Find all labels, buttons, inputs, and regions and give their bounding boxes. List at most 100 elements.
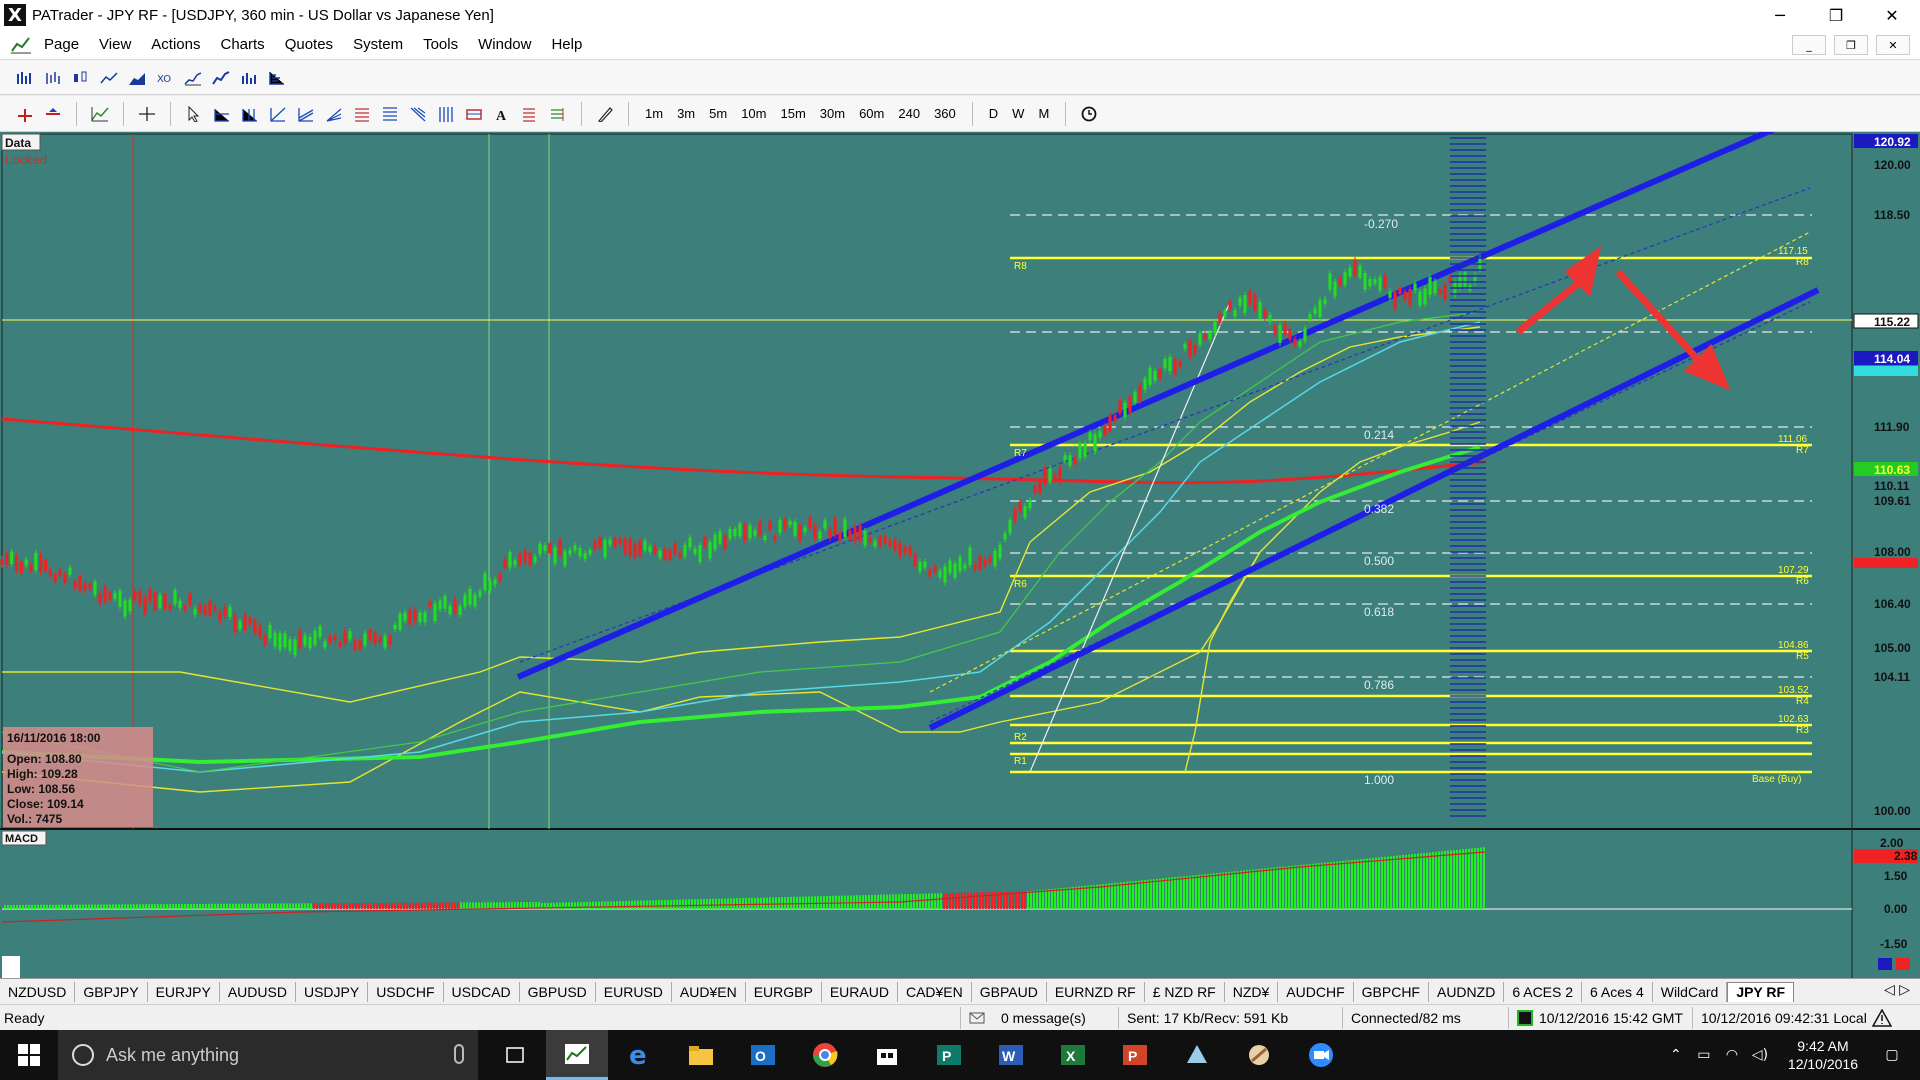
candle-body[interactable]	[548, 543, 552, 554]
candle-body[interactable]	[278, 633, 282, 650]
candle-body[interactable]	[923, 561, 927, 568]
candle-body[interactable]	[893, 539, 897, 551]
task-view-icon[interactable]	[484, 1030, 546, 1080]
symbol-tab[interactable]: GBPUSD	[520, 981, 596, 1002]
candle-body[interactable]	[19, 562, 23, 574]
candle-body[interactable]	[423, 612, 427, 623]
candle-body[interactable]	[223, 606, 227, 617]
candle-body[interactable]	[48, 569, 52, 576]
candle-body[interactable]	[1048, 468, 1052, 482]
candle-body[interactable]	[1013, 508, 1017, 522]
candle-body[interactable]	[68, 567, 72, 575]
excel-icon[interactable]: X	[1042, 1030, 1104, 1080]
candle-body[interactable]	[1078, 443, 1082, 459]
candle-body[interactable]	[643, 540, 647, 551]
candle-body[interactable]	[888, 540, 892, 547]
candle-body[interactable]	[493, 579, 497, 585]
candle-body[interactable]	[468, 588, 472, 605]
candle-body[interactable]	[1063, 455, 1067, 461]
candle-body[interactable]	[163, 594, 167, 610]
candle-body[interactable]	[34, 552, 38, 571]
timeframe-60m-button[interactable]: 60m	[855, 106, 888, 121]
candle-body[interactable]	[898, 542, 902, 557]
symbol-tab[interactable]: EURNZD RF	[1047, 981, 1145, 1002]
symbol-tab[interactable]: 6 Aces 4	[1582, 981, 1653, 1002]
symbol-tab[interactable]: CAD¥EN	[898, 981, 972, 1002]
cortana-search[interactable]: Ask me anything	[58, 1030, 478, 1080]
line-chart-icon[interactable]	[98, 67, 120, 89]
candle-body[interactable]	[563, 551, 567, 566]
candle-body[interactable]	[818, 531, 822, 539]
candle-body[interactable]	[463, 594, 467, 607]
outlook-icon[interactable]: O	[732, 1030, 794, 1080]
candle-body[interactable]	[598, 536, 602, 548]
symbol-tab[interactable]: USDJPY	[296, 981, 369, 1002]
candle-body[interactable]	[1088, 432, 1092, 441]
candle-body[interactable]	[103, 586, 107, 603]
candle-body[interactable]	[718, 531, 722, 544]
candle-body[interactable]	[813, 524, 817, 540]
candle-body[interactable]	[798, 525, 802, 542]
candle-body[interactable]	[1298, 341, 1302, 347]
candle-body[interactable]	[848, 530, 852, 540]
wifi-icon[interactable]: ◠	[1718, 1047, 1746, 1063]
candle-body[interactable]	[1043, 467, 1047, 485]
candle-body[interactable]	[1033, 485, 1037, 493]
candle-body[interactable]	[118, 590, 122, 607]
candle-body[interactable]	[148, 588, 152, 602]
candle-body[interactable]	[878, 536, 882, 547]
candle-body[interactable]	[933, 566, 937, 573]
candle-body[interactable]	[948, 560, 952, 573]
candle-body[interactable]	[108, 592, 112, 601]
candle-body[interactable]	[1413, 283, 1417, 291]
candle-body[interactable]	[1133, 392, 1137, 403]
candle-body[interactable]	[333, 635, 337, 641]
candle-body[interactable]	[823, 520, 827, 529]
candle-body[interactable]	[443, 595, 447, 609]
candle-body[interactable]	[663, 548, 667, 560]
candle-body[interactable]	[288, 639, 292, 651]
menu-system[interactable]: System	[343, 36, 413, 53]
candle-body[interactable]	[858, 525, 862, 541]
symbol-tab[interactable]: USDCAD	[444, 981, 520, 1002]
candle-body[interactable]	[1023, 506, 1027, 518]
candle-body[interactable]	[1228, 301, 1232, 310]
price-label-icon[interactable]	[519, 103, 541, 125]
candle-body[interactable]	[428, 601, 432, 608]
candle-body[interactable]	[218, 612, 222, 622]
candle-body[interactable]	[1443, 284, 1447, 300]
candle-body[interactable]	[533, 556, 537, 562]
candle-body[interactable]	[1238, 297, 1242, 306]
candle-body[interactable]	[173, 590, 177, 605]
candle-body[interactable]	[678, 552, 682, 558]
candle-body[interactable]	[828, 528, 832, 539]
volume-chart-icon[interactable]	[238, 67, 260, 89]
fan-lines-icon[interactable]	[323, 103, 345, 125]
messages-cell[interactable]: 0 message(s)	[960, 1006, 1115, 1029]
candle-body[interactable]	[968, 547, 972, 566]
candle-body[interactable]	[983, 559, 987, 567]
candle-body[interactable]	[1308, 314, 1312, 321]
candle-body[interactable]	[1093, 434, 1097, 452]
candle-body[interactable]	[1143, 378, 1147, 390]
candle-body[interactable]	[373, 632, 377, 644]
candle-body[interactable]	[863, 530, 867, 546]
candle-body[interactable]	[478, 590, 482, 597]
candle-body[interactable]	[1263, 310, 1267, 318]
candle-body[interactable]	[1203, 334, 1207, 340]
candle-body[interactable]	[178, 600, 182, 608]
candle-body[interactable]	[1053, 474, 1057, 481]
clock-icon[interactable]	[1078, 103, 1100, 125]
patrader-taskbar-icon[interactable]	[546, 1030, 608, 1080]
candle-body[interactable]	[1243, 294, 1247, 313]
candle-body[interactable]	[438, 600, 442, 610]
candle-body[interactable]	[1218, 313, 1222, 323]
crosshair-icon[interactable]	[136, 103, 158, 125]
candle-body[interactable]	[488, 580, 492, 591]
timeframe-5m-button[interactable]: 5m	[705, 106, 731, 121]
candle-body[interactable]	[368, 629, 372, 641]
chart-menu-icon[interactable]	[10, 35, 32, 55]
candle-body[interactable]	[1253, 294, 1257, 311]
candle-body[interactable]	[733, 528, 737, 537]
candle-body[interactable]	[188, 593, 192, 606]
